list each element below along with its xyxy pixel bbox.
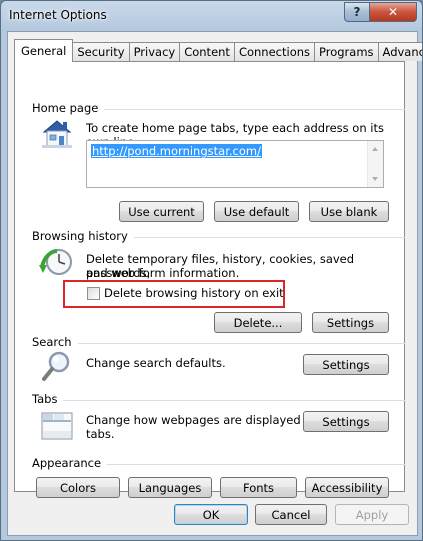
cancel-button[interactable]: Cancel (255, 504, 327, 525)
search-description: Change search defaults. (86, 356, 226, 370)
section-divider (77, 342, 405, 344)
internet-options-window: Internet Options ? ✕ General Security Pr… (0, 0, 423, 541)
scroll-up-icon[interactable] (372, 147, 378, 151)
colors-button[interactable]: Colors (36, 477, 120, 498)
use-blank-button[interactable]: Use blank (309, 201, 389, 222)
tab-privacy[interactable]: Privacy (128, 42, 181, 61)
browsing-history-heading: Browsing history (32, 229, 128, 243)
section-divider (104, 108, 405, 110)
home-icon (40, 117, 74, 152)
ok-button[interactable]: OK (174, 504, 248, 525)
home-page-url: http://pond.morningstar.com/ (91, 144, 262, 158)
accessibility-button[interactable]: Accessibility (305, 477, 389, 498)
browsing-history-description-2: and web form information. (86, 266, 240, 280)
search-heading: Search (32, 335, 72, 349)
scroll-down-icon[interactable] (372, 177, 378, 181)
tab-programs[interactable]: Programs (314, 42, 379, 61)
dialog-body: General Security Privacy Content Connect… (7, 31, 422, 536)
appearance-heading: Appearance (32, 456, 102, 470)
general-tab-panel: Home page To create home page tabs, type… (14, 61, 405, 498)
history-settings-button[interactable]: Settings (312, 312, 389, 333)
title-bar[interactable]: Internet Options ? ✕ (1, 1, 422, 31)
search-settings-button[interactable]: Settings (303, 354, 389, 375)
tabs-description-2: tabs. (86, 427, 115, 441)
tabs-description-1: Change how webpages are displayed in (86, 413, 315, 427)
appearance-section: Appearance (32, 456, 405, 470)
search-section: Search (32, 335, 405, 349)
home-page-section: Home page (32, 101, 405, 115)
magnifier-icon (40, 349, 74, 386)
section-divider (133, 236, 405, 238)
section-divider (63, 399, 405, 401)
home-page-heading: Home page (32, 101, 99, 115)
apply-button[interactable]: Apply (335, 504, 409, 525)
history-clock-icon (39, 245, 75, 284)
close-button[interactable]: ✕ (369, 2, 417, 22)
tab-strip: General Security Privacy Content Connect… (14, 39, 422, 62)
window-title: Internet Options (9, 8, 107, 22)
textarea-scrollbar[interactable] (367, 141, 383, 187)
tabs-heading: Tabs (32, 392, 58, 406)
use-default-button[interactable]: Use default (214, 201, 299, 222)
use-current-button[interactable]: Use current (119, 201, 204, 222)
section-divider (107, 463, 405, 465)
tabs-settings-button[interactable]: Settings (303, 411, 389, 432)
languages-button[interactable]: Languages (128, 477, 212, 498)
tab-connections[interactable]: Connections (233, 42, 316, 61)
home-page-textarea[interactable]: http://pond.morningstar.com/ (86, 140, 384, 188)
tabs-section: Tabs (32, 392, 405, 406)
tab-security[interactable]: Security (72, 42, 130, 61)
tab-general[interactable]: General (14, 39, 74, 62)
highlight-annotation-box (63, 280, 285, 308)
delete-history-button[interactable]: Delete... (214, 312, 302, 333)
tab-advanced[interactable]: Advanced (377, 42, 422, 61)
fonts-button[interactable]: Fonts (220, 477, 297, 498)
help-button[interactable]: ? (344, 2, 370, 22)
browsing-history-section: Browsing history (32, 229, 405, 243)
tab-content[interactable]: Content (179, 42, 235, 61)
tabs-window-icon (40, 409, 74, 444)
